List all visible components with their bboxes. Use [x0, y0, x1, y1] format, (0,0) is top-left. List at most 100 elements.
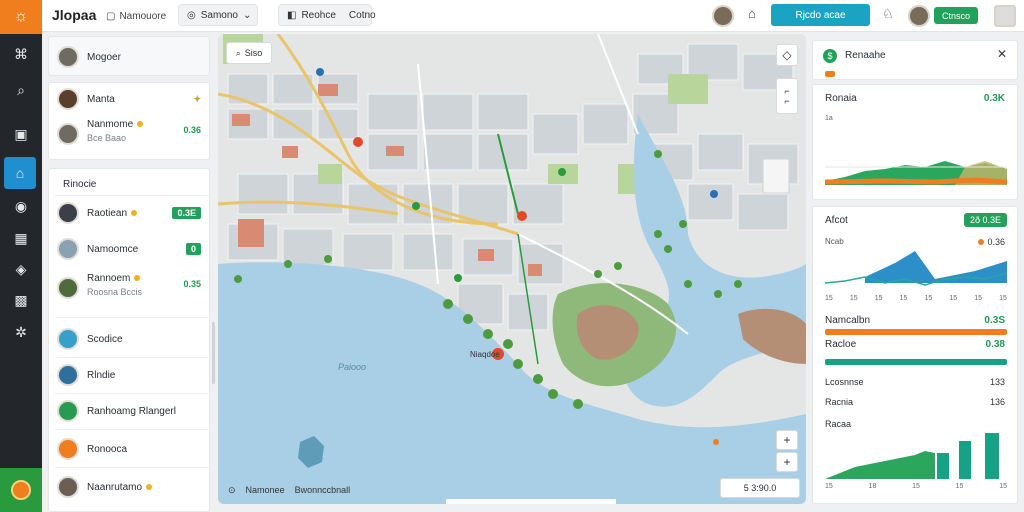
metric-bar	[825, 359, 1007, 365]
avatar	[57, 364, 79, 386]
status-dot-icon	[978, 239, 985, 245]
grid-icon[interactable]: ▩	[0, 284, 42, 316]
chart-title: Ronaia	[825, 93, 857, 104]
contacts-card: Rinocie Raotiean 0.3E Namoomce 0 Rannoem…	[48, 168, 211, 512]
avatar	[57, 46, 79, 68]
details-title: Renaahe	[845, 50, 886, 61]
notification-icon[interactable]: ♘	[882, 6, 894, 22]
table-row[interactable]: Namoomce 0	[49, 237, 211, 261]
scrollbar[interactable]	[212, 322, 215, 384]
table-row[interactable]: Rlndie	[49, 363, 211, 387]
table-row[interactable]: Ronooca	[49, 437, 211, 461]
progress-bar	[825, 71, 835, 77]
table-row[interactable]: Scodice	[49, 327, 211, 351]
contacts-panel: Mogoer Manta ✦ Nanmome Bce Baao 0.36 Rin…	[42, 32, 214, 512]
workspace-chip[interactable]: ▢ Namouore	[106, 7, 166, 25]
left-rail: ☼ ⌘ ⌕ ▣ ⌂ ◉ ▦ ◈ ▩ ✲	[0, 0, 42, 512]
avatar	[57, 238, 79, 260]
metric-value: 0.3S	[984, 315, 1005, 326]
user-avatar[interactable]	[712, 5, 734, 27]
zoom-out-button[interactable]: +	[776, 452, 798, 472]
location-selector[interactable]: ◧ Reohce Cotno	[278, 4, 376, 26]
section-title: Rinocie	[63, 179, 97, 190]
x-axis: 15 15 15 15 15 15 15 15	[825, 295, 1007, 302]
metric-value: 0.38	[985, 339, 1005, 350]
metric-label: Racnia	[825, 397, 854, 407]
share-icon[interactable]: ✲	[0, 316, 42, 348]
close-icon[interactable]: ✕	[997, 47, 1007, 61]
top-bar: Jlopaa ▢ Namouore ◎ Samono ⌄ ◧ Reohce Co…	[42, 0, 1024, 32]
avatar	[57, 123, 79, 145]
map-canvas	[218, 34, 806, 504]
line-chart	[825, 251, 1007, 286]
map-search-button[interactable]: ⌕ Siso	[226, 42, 272, 64]
table-row[interactable]: Rannoem Roosna Bccis 0.35	[49, 273, 211, 303]
avatar	[57, 277, 79, 299]
map-scale: 5 3:90.0	[720, 478, 800, 498]
profile-avatar[interactable]	[908, 5, 930, 27]
metric-label: Namcalbn	[825, 315, 871, 326]
logo-icon[interactable]: ☼	[0, 0, 42, 34]
list-item[interactable]: Manta ✦	[49, 87, 211, 111]
chat-icon[interactable]: ◉	[0, 190, 42, 222]
chart-value: 0.3K	[983, 93, 1005, 104]
home-icon[interactable]: ⌂	[4, 157, 36, 189]
map-toolbar[interactable]: ⌐ ⌐	[776, 78, 798, 114]
table-row[interactable]: Raotiean 0.3E	[49, 201, 211, 225]
primary-action-button[interactable]: Rjcdo acae	[771, 4, 870, 26]
status-icon: $	[823, 49, 837, 63]
table-row[interactable]: Naanrutamo	[49, 475, 211, 499]
avatar	[57, 438, 79, 460]
map-attribution: ⊙ Namonee Bwonnccbnall	[228, 485, 351, 495]
zoom-in-button[interactable]: +	[776, 430, 798, 450]
layout-icon[interactable]: ▦	[0, 222, 42, 254]
avatar	[57, 202, 79, 224]
details-card: $ Renaahe ✕	[812, 40, 1018, 80]
status-badge[interactable]: Ctnsco	[934, 7, 978, 24]
plus-icon: +	[783, 455, 791, 469]
metric-value: 0.36	[978, 237, 1005, 247]
list-item[interactable]: Mogoer	[49, 45, 211, 69]
avatar	[57, 400, 79, 422]
account-avatar[interactable]	[994, 5, 1016, 27]
water-label: Paiooo	[338, 362, 367, 372]
marker-label: Niaqdoe	[470, 350, 500, 359]
metrics-title: Afcot	[825, 215, 848, 226]
metric-label: Racloe	[825, 339, 857, 350]
metric-value: 136	[989, 397, 1005, 407]
filter-dropdown[interactable]: ◎ Samono ⌄	[178, 4, 258, 26]
table-row[interactable]: Ranhoamg Rlangerl	[49, 399, 211, 423]
divider	[55, 317, 211, 318]
chart-card-1: Ronaia 0.3K 1a	[812, 84, 1018, 200]
badge-icon[interactable]	[0, 468, 42, 512]
divider	[55, 467, 211, 468]
metrics-badge[interactable]: 2ð 0.3E	[963, 213, 1007, 227]
lock-icon[interactable]: ⌂	[748, 6, 756, 21]
metrics-card: Afcot 2ð 0.3E Ncab 0.36 15 15 15 15 15 15 15 15…	[812, 206, 1018, 504]
measure-icon: ⌐	[784, 96, 790, 106]
avatar	[57, 328, 79, 350]
lock-icon: ▢	[106, 10, 116, 22]
network-icon[interactable]: ⌘	[0, 38, 42, 70]
list-item[interactable]: Nanmome Bce Baao 0.36	[49, 119, 211, 149]
metric-label: Lcosnnse	[825, 377, 864, 387]
location-icon[interactable]: ◈	[0, 253, 42, 285]
metric-bar	[825, 329, 1007, 335]
star-icon: ✦	[193, 93, 201, 104]
inbox-icon[interactable]: ▣	[0, 118, 42, 150]
divider	[55, 195, 211, 196]
layers-button[interactable]: ◇	[776, 44, 798, 66]
x-axis: 15 18 15 15 15	[825, 483, 1007, 490]
compass-icon: ⌐	[784, 86, 790, 96]
pinned-card[interactable]: Mogoer	[48, 36, 210, 76]
search-icon[interactable]: ⌕	[0, 74, 42, 106]
app-title: Jlopaa	[52, 7, 97, 23]
divider	[55, 393, 211, 394]
search-icon: ⌕	[235, 47, 241, 58]
recent-card: Manta ✦ Nanmome Bce Baao 0.36	[48, 82, 210, 160]
progress-line	[825, 177, 1007, 185]
diamond-icon: ◇	[782, 48, 792, 62]
map-view[interactable]: ⌕ Siso Paiooo Niaqdoe ◇ ⌐ ⌐ + + ⊙ Namone…	[218, 34, 806, 504]
pin-icon: ◧	[287, 9, 297, 21]
plus-icon: +	[783, 433, 791, 447]
